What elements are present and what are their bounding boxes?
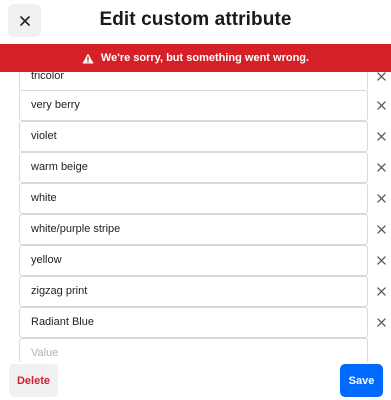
remove-value-button[interactable]	[376, 131, 386, 141]
close-icon	[376, 224, 386, 234]
remove-value-button[interactable]	[376, 100, 386, 110]
close-icon	[376, 72, 386, 81]
list-item: very berry	[0, 90, 391, 121]
error-message: We're sorry, but something went wrong.	[100, 52, 310, 64]
warning-icon	[82, 53, 94, 63]
list-item: tricolor	[0, 72, 391, 92]
list-item: yellow	[0, 245, 391, 276]
list-item: white/purple stripe	[0, 214, 391, 245]
value-field[interactable]: yellow	[19, 245, 368, 276]
remove-value-button[interactable]	[376, 193, 386, 203]
list-item: white	[0, 183, 391, 214]
dialog-footer: Delete Save	[0, 362, 391, 400]
new-value-input[interactable]: Value	[19, 338, 368, 362]
remove-value-button[interactable]	[376, 72, 386, 81]
close-icon	[376, 162, 386, 172]
close-icon	[376, 255, 386, 265]
error-banner: We're sorry, but something went wrong.	[0, 44, 391, 72]
list-item: Radiant Blue	[0, 307, 391, 338]
remove-value-button[interactable]	[376, 162, 386, 172]
remove-value-button[interactable]	[376, 224, 386, 234]
list-item: warm beige	[0, 152, 391, 183]
value-field[interactable]: white	[19, 183, 368, 214]
page-title: Edit custom attribute	[99, 9, 292, 30]
remove-value-button[interactable]	[376, 255, 386, 265]
list-item: zigzag print	[0, 276, 391, 307]
delete-button[interactable]: Delete	[9, 364, 58, 397]
new-value-row: Value	[0, 338, 391, 362]
close-icon	[376, 317, 386, 327]
list-item: violet	[0, 121, 391, 152]
value-field[interactable]: zigzag print	[19, 276, 368, 307]
close-icon	[376, 100, 386, 110]
value-field[interactable]: tricolor	[19, 72, 368, 92]
remove-value-button[interactable]	[376, 317, 386, 327]
attribute-values-list: tricolor very berry violet warm beige wh…	[0, 72, 391, 362]
dialog-header: Edit custom attribute	[0, 0, 391, 44]
value-field[interactable]: very berry	[19, 90, 368, 121]
value-field[interactable]: violet	[19, 121, 368, 152]
remove-value-button[interactable]	[376, 286, 386, 296]
value-field[interactable]: Radiant Blue	[19, 307, 368, 338]
close-icon	[376, 131, 386, 141]
save-button[interactable]: Save	[340, 364, 383, 397]
close-icon	[376, 286, 386, 296]
value-field[interactable]: white/purple stripe	[19, 214, 368, 245]
close-icon	[376, 193, 386, 203]
value-field[interactable]: warm beige	[19, 152, 368, 183]
